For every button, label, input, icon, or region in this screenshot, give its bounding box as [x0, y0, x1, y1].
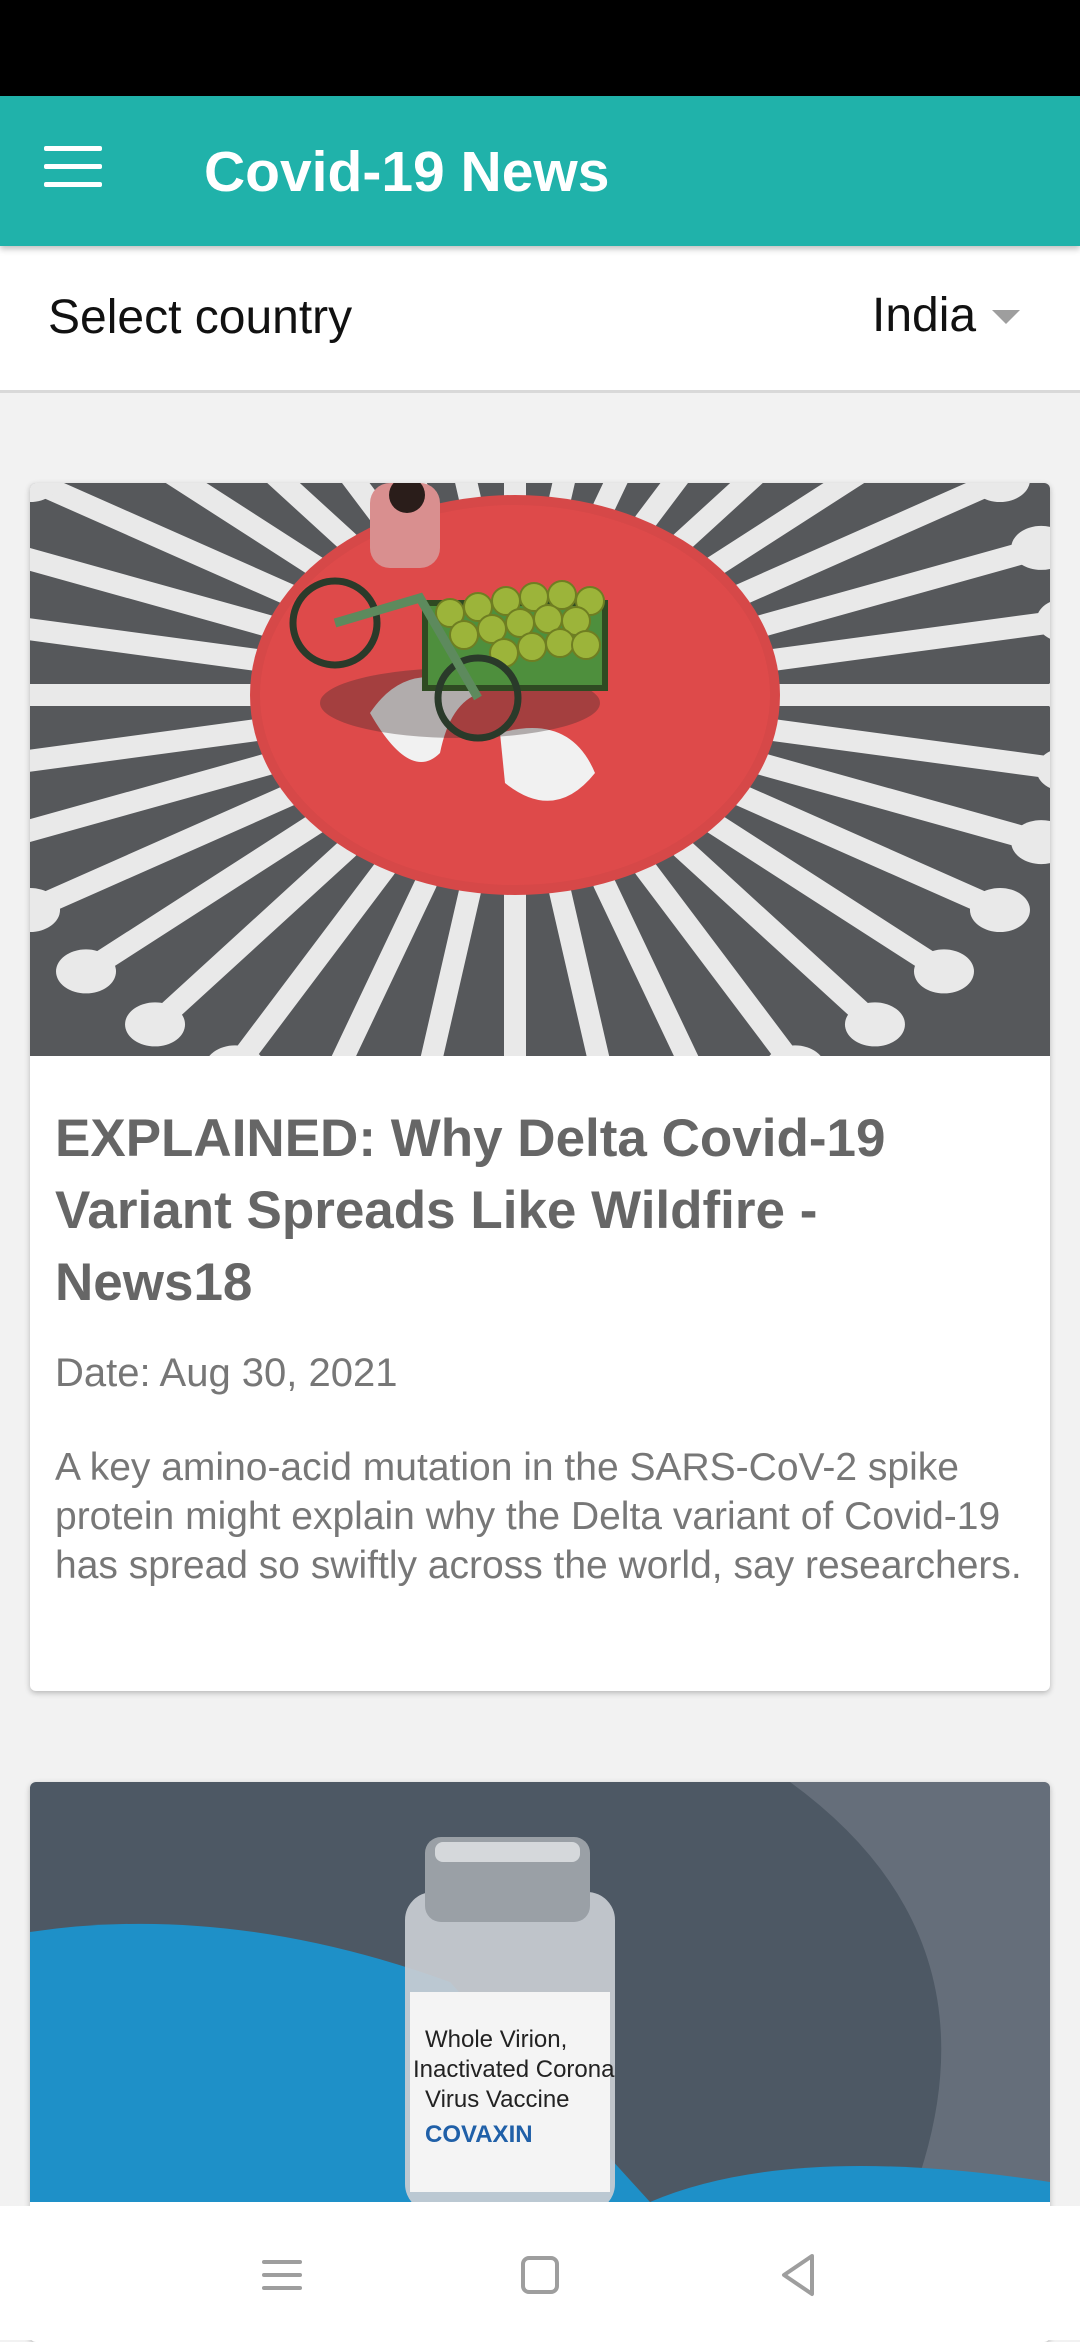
back-icon[interactable]: [758, 2240, 838, 2310]
app-title: Covid-19 News: [204, 140, 610, 204]
system-nav-bar: [0, 2206, 1080, 2340]
svg-text:Inactivated Corona: Inactivated Corona: [413, 2056, 615, 2083]
country-selector-bar: Select country India: [0, 246, 1080, 393]
home-icon[interactable]: [500, 2240, 580, 2310]
country-selected-value: India: [872, 289, 977, 342]
article-image: Whole Virion, Inactivated Corona Virus V…: [30, 1782, 1050, 2202]
article-title: EXPLAINED: Why Delta Covid-19 Variant Sp…: [55, 1109, 886, 1312]
article-date: Date: Aug 30, 2021: [55, 1351, 398, 1395]
svg-text:COVAXIN: COVAXIN: [425, 2121, 533, 2148]
app-bar: Covid-19 News: [0, 96, 1080, 246]
country-label: Select country: [48, 291, 353, 344]
svg-text:Whole Virion,: Whole Virion,: [425, 2026, 567, 2053]
article-image: [30, 483, 1050, 1056]
hamburger-menu-icon[interactable]: [44, 146, 102, 188]
country-dropdown[interactable]: India: [840, 282, 1040, 352]
dropdown-caret-icon: [992, 310, 1020, 324]
status-bar: [0, 0, 1080, 96]
recents-icon[interactable]: [242, 2240, 322, 2310]
news-card[interactable]: EXPLAINED: Why Delta Covid-19 Variant Sp…: [30, 483, 1050, 1691]
article-description: A key amino-acid mutation in the SARS-Co…: [55, 1446, 1022, 1587]
svg-text:Virus Vaccine: Virus Vaccine: [425, 2086, 570, 2113]
